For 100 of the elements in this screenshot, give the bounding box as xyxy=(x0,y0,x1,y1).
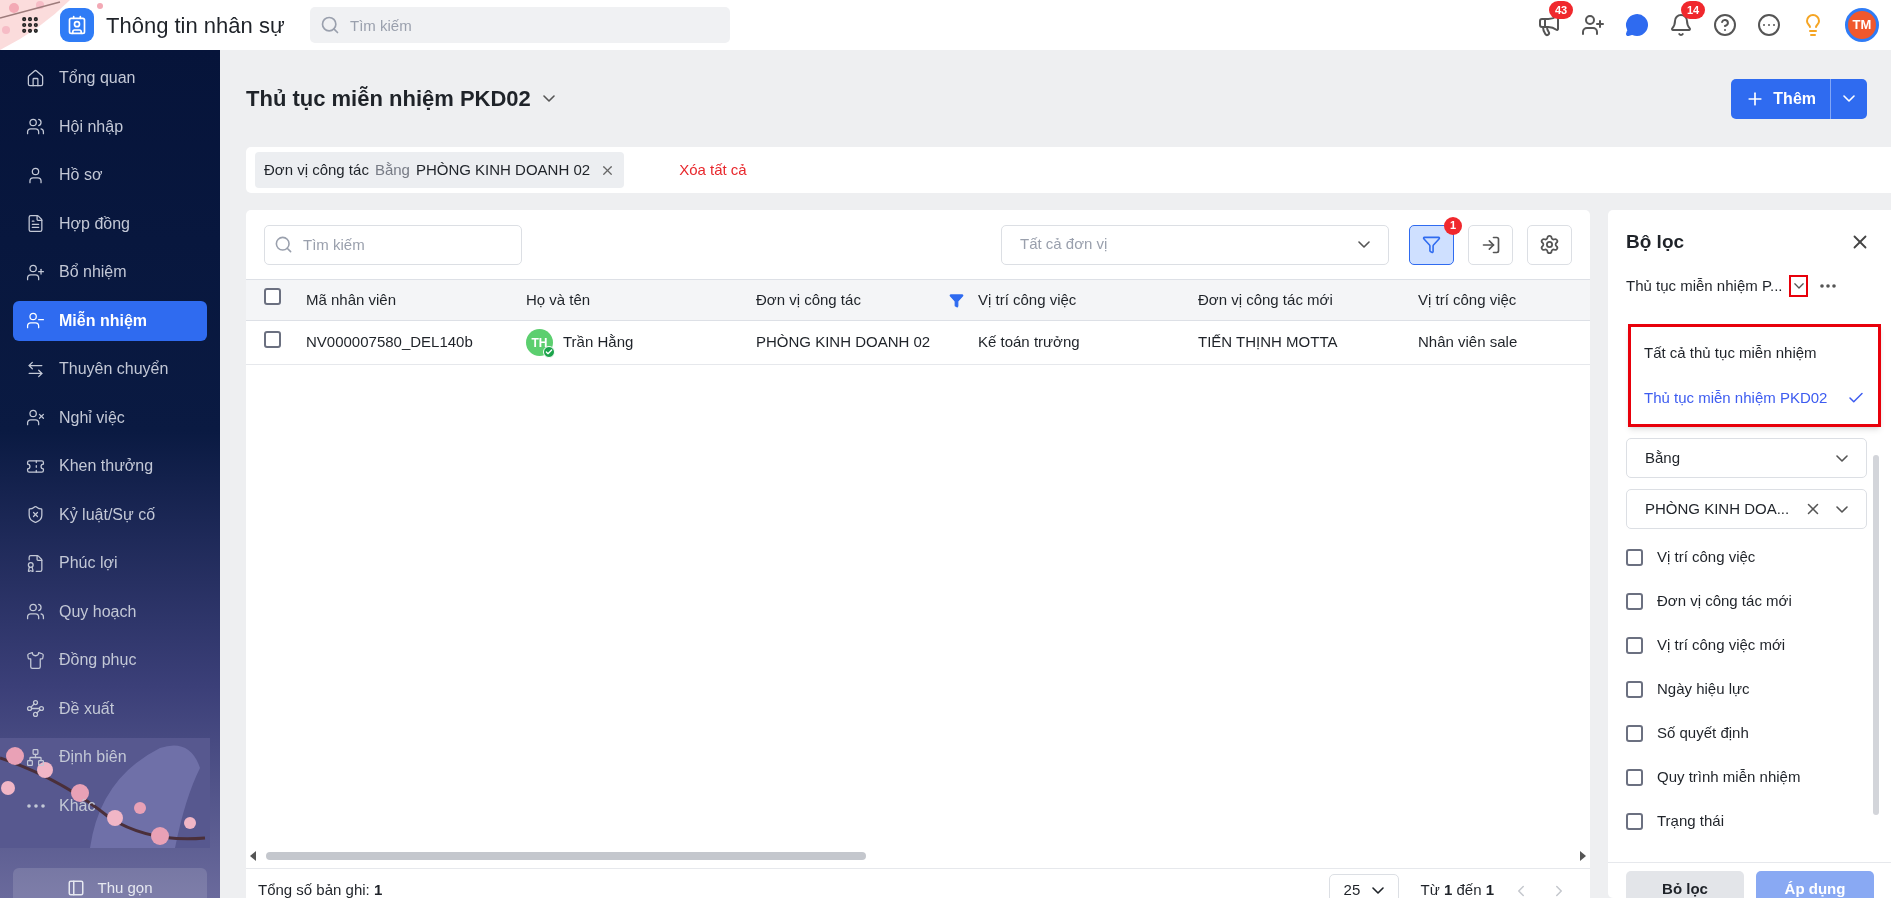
field-checkbox[interactable] xyxy=(1626,680,1643,698)
column-header: Đơn vị công tác mới xyxy=(1198,289,1333,310)
apps-menu-icon[interactable] xyxy=(20,15,40,35)
count-badge: 14 xyxy=(1681,1,1706,19)
menu-option[interactable]: Tất cả thủ tục miễn nhiệm xyxy=(1644,342,1865,365)
sidebar-item[interactable]: Hồ sơ xyxy=(13,155,207,195)
table-cell-text: Trần Hằng xyxy=(563,332,634,353)
saved-filter-name: Thủ tục miễn nhiệm P... xyxy=(1626,275,1783,296)
field-label: Trạng thái xyxy=(1657,810,1724,831)
search-icon xyxy=(320,15,340,35)
add-user-icon[interactable] xyxy=(1581,13,1605,37)
table-cell-text: NV000007580_DEL140b xyxy=(306,332,473,353)
field-checkbox[interactable] xyxy=(1626,812,1643,830)
field-label: Vị trí công việc mới xyxy=(1657,634,1786,655)
caret-icon[interactable] xyxy=(542,95,555,102)
sidebar-item[interactable]: Khen thưởng xyxy=(13,446,207,486)
field-label: Số quyết định xyxy=(1657,722,1749,743)
scroll-left-icon[interactable] xyxy=(250,851,256,861)
shirt-icon xyxy=(26,650,45,670)
field-checkbox[interactable] xyxy=(1626,768,1643,786)
route-icon xyxy=(26,699,45,718)
sidebar-item[interactable]: Miễn nhiệm xyxy=(13,300,207,341)
avatar: TH xyxy=(526,329,553,356)
column-header: Mã nhân viên xyxy=(306,289,397,310)
column-header: Đơn vị công tác xyxy=(756,289,861,310)
caret-icon xyxy=(1836,454,1848,462)
sidebar-item[interactable]: Nghỉ việc xyxy=(13,397,207,438)
scrollbar-thumb[interactable] xyxy=(1873,455,1879,815)
more-icon xyxy=(26,803,45,808)
table-cell-text: Kế toán trưởng xyxy=(978,332,1080,353)
dropdown-toggle[interactable] xyxy=(1789,275,1809,297)
count-badge: 43 xyxy=(1549,1,1574,19)
help-icon[interactable] xyxy=(1713,13,1737,37)
total-records: Tổng số bản ghi: 1 xyxy=(258,880,383,898)
settings-icon xyxy=(1539,234,1560,255)
caret-icon xyxy=(1358,241,1370,248)
column-header: Vị trí công việc xyxy=(1418,289,1517,310)
select-all-checkbox[interactable] xyxy=(264,288,281,306)
sidebar-item[interactable]: Đồng phục xyxy=(13,640,207,680)
table-cell-text: Nhân viên sale xyxy=(1418,332,1518,353)
sidebar-item[interactable]: Hội nhập xyxy=(13,106,207,147)
collapse-icon xyxy=(67,879,86,897)
house-icon xyxy=(26,68,45,88)
user-plus-icon xyxy=(26,262,45,282)
export-button[interactable] xyxy=(1468,224,1513,265)
table-cell-text: PHÒNG KINH DOANH 02 xyxy=(756,332,931,353)
scroll-right-icon[interactable] xyxy=(1580,851,1586,861)
sidebar-item[interactable]: Tổng quan xyxy=(13,58,207,98)
field-checkbox[interactable] xyxy=(1626,592,1643,610)
field-label: Vị trí công việc xyxy=(1657,546,1756,567)
page-size-select[interactable]: 25 xyxy=(1328,873,1399,898)
filter-icon[interactable] xyxy=(949,292,964,308)
more-icon[interactable] xyxy=(1820,284,1837,288)
settings-button[interactable] xyxy=(1527,224,1572,265)
sidebar-item[interactable]: Bổ nhiệm xyxy=(13,252,207,292)
column-header: Họ và tên xyxy=(526,289,591,310)
search-field[interactable]: Tìm kiếm xyxy=(310,7,730,43)
document-icon xyxy=(26,214,45,233)
bell-icon[interactable] xyxy=(1669,13,1693,37)
user-minus-icon xyxy=(26,311,45,330)
sidebar-item[interactable]: Kỷ luật/Sự cố xyxy=(13,494,207,535)
clear-all-link[interactable]: Xóa tất cả xyxy=(679,158,747,182)
certificate-icon xyxy=(26,553,45,573)
add-button[interactable]: Thêm xyxy=(1731,78,1867,119)
app-title: Thông tin nhân sự xyxy=(106,11,286,40)
column-header: Vị trí công việc xyxy=(978,289,1077,310)
reset-button[interactable]: Bỏ lọc xyxy=(1626,871,1744,898)
field-checkbox[interactable] xyxy=(1626,548,1643,566)
count-badge: 1 xyxy=(1444,216,1462,235)
page-range: Từ 1 đến 1 xyxy=(1420,880,1494,898)
chat-icon[interactable] xyxy=(1625,13,1649,37)
export-icon xyxy=(1480,234,1501,255)
app-logo-icon xyxy=(60,8,94,42)
sidebar-item[interactable]: Quy hoạch xyxy=(13,591,207,632)
sidebar-item[interactable]: Khác xyxy=(13,785,207,826)
sidebar-item[interactable]: Đề xuất xyxy=(13,688,207,729)
sidebar-item[interactable]: Hợp đồng xyxy=(13,203,207,244)
people-icon xyxy=(26,117,45,136)
scrollbar-thumb[interactable] xyxy=(266,852,866,860)
field-label: Đơn vị công tác mới xyxy=(1657,590,1792,611)
hierarchy-icon xyxy=(26,747,45,767)
search-field[interactable]: Tìm kiếm xyxy=(264,224,522,265)
field-label: Ngày hiệu lực xyxy=(1657,678,1750,699)
row-checkbox[interactable] xyxy=(264,330,281,348)
caret-icon xyxy=(1843,95,1855,102)
filter-chip[interactable]: Đơn vị công tác Bằng PHÒNG KINH DOANH 02 xyxy=(255,152,625,188)
field-checkbox[interactable] xyxy=(1626,724,1643,742)
sidebar-item[interactable]: Định biên xyxy=(13,737,207,777)
table-cell-text: TIẾN THỊNH MOTTA xyxy=(1198,332,1338,353)
field-checkbox[interactable] xyxy=(1626,636,1643,654)
arrows-icon xyxy=(26,359,45,379)
filter-icon xyxy=(1422,235,1441,254)
sidebar-item[interactable]: Phúc lợi xyxy=(13,543,207,583)
more-icon[interactable] xyxy=(1757,13,1781,37)
menu-option[interactable]: Thủ tục miễn nhiệm PKD02 xyxy=(1644,386,1865,409)
caret-icon xyxy=(1371,887,1384,894)
sidebar-item[interactable]: Thuyên chuyển xyxy=(13,349,207,389)
value-select[interactable]: PHÒNG KINH DOA... xyxy=(1626,489,1867,529)
operator-select[interactable]: Bằng xyxy=(1626,438,1867,478)
caret-icon xyxy=(1836,505,1848,513)
